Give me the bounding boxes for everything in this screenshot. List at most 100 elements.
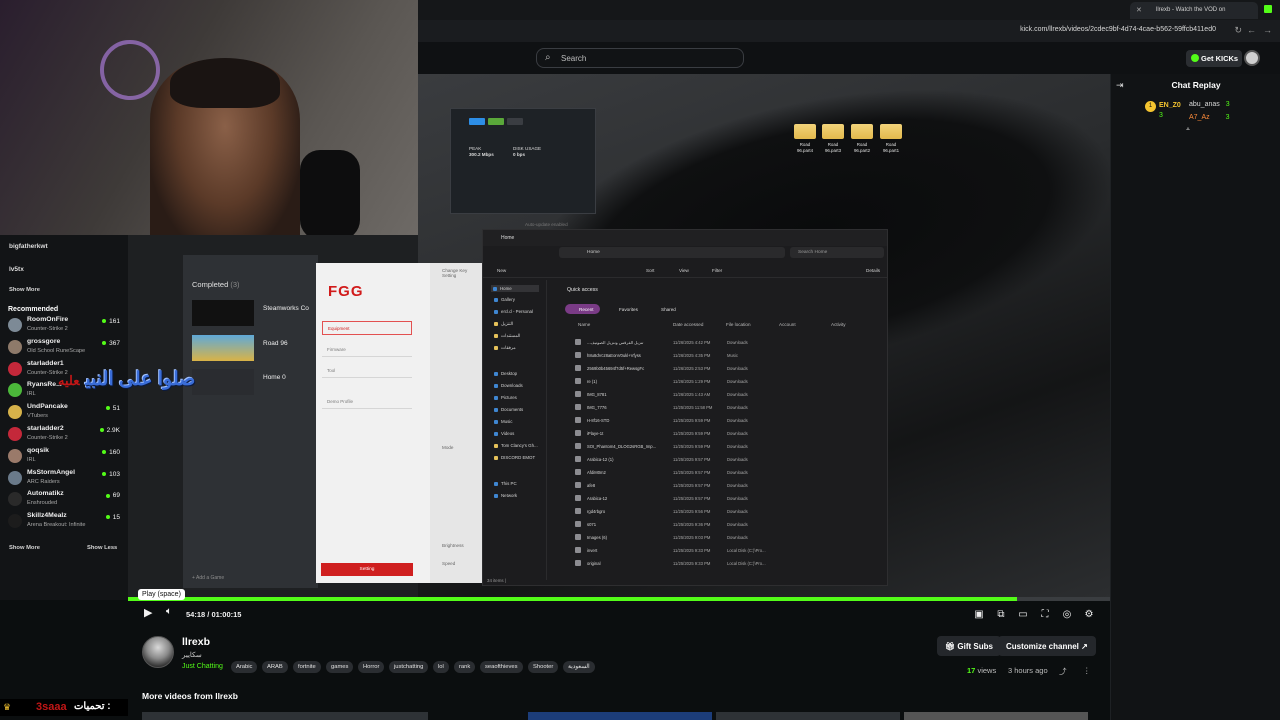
settings-gear-icon[interactable]: ⚙ <box>1082 607 1096 621</box>
file-location: Downloads <box>727 444 748 449</box>
gifter-item: abu_anas 3 <box>1189 101 1230 108</box>
nav-item: المستندات <box>494 333 520 339</box>
more-options-icon[interactable]: ⋮ <box>1083 666 1091 675</box>
video-player[interactable]: Road 96.part4 Road 96.part3 Road 96.part… <box>0 0 1110 600</box>
tag-chip[interactable]: seaofthieves <box>480 661 523 673</box>
pin-icon[interactable]: ⩡ <box>1186 126 1190 134</box>
file-location: Downloads <box>727 392 748 397</box>
file-icon <box>575 339 581 345</box>
tag-chip[interactable]: Shooter <box>528 661 559 673</box>
get-kicks-button[interactable]: Get KICKs <box>1186 50 1242 67</box>
channel-avatar <box>8 470 22 485</box>
forward-icon[interactable]: → <box>1263 25 1272 35</box>
tag-chip[interactable]: ARAB <box>262 661 288 673</box>
video-thumbnail[interactable] <box>716 712 900 720</box>
file-name: invert <box>587 548 598 553</box>
file-date: 11/25/2025 11:58 PM <box>673 405 713 410</box>
fullscreen-icon[interactable]: ⛶ <box>1038 607 1052 621</box>
tag-chip[interactable]: games <box>326 661 354 673</box>
video-thumbnail[interactable] <box>528 712 712 720</box>
file-row: SOI_Phantom4_DLOG2sRGB_Imp... 11/25/2025 … <box>575 440 875 453</box>
file-row: ...تنزيل الفرقس وتنزيل الصوتيف 11/26/2025… <box>575 336 875 349</box>
explorer-address-bar: Home <box>559 247 785 258</box>
stream-overlay-text: صلوا على النبيعليه <box>58 369 196 390</box>
pip-icon[interactable]: ▣ <box>972 607 986 621</box>
recommended-channel: starladder2 Counter-Strike 2 2.9K <box>8 424 122 444</box>
browser-tab[interactable]: ✕ llrexb - Watch the VOD on <box>1130 2 1258 19</box>
file-location: Downloads <box>727 340 748 345</box>
ring-light <box>100 40 160 100</box>
file-location: Downloads <box>727 366 748 371</box>
channel-avatar[interactable] <box>142 636 174 668</box>
file-name: Arabica-12 <box>587 496 608 501</box>
file-location: Local Disk (C:)\Pro... <box>727 548 766 553</box>
viewer-count: 103 <box>102 471 120 478</box>
close-icon[interactable]: ✕ <box>1136 6 1142 14</box>
game-item: Home 0 <box>192 369 310 395</box>
seek-bar[interactable] <box>128 597 1110 601</box>
nav-item: Desktop <box>494 371 517 376</box>
volume-icon[interactable]: 🔈︎ <box>166 606 172 622</box>
file-location: Downloads <box>727 509 748 514</box>
back-icon[interactable]: ← <box>1247 25 1256 35</box>
viewer-count: 51 <box>106 405 120 412</box>
file-icon <box>575 508 581 514</box>
recommended-channel: UndPancake VTubers 51 <box>8 402 122 422</box>
tag-chip[interactable]: Arabic <box>231 661 258 673</box>
share-icon[interactable]: ⤴ <box>1059 666 1067 677</box>
game-thumb <box>192 300 254 326</box>
file-name: s071 <box>587 522 597 527</box>
reload-icon[interactable]: ↻ <box>1234 25 1242 36</box>
file-name: ...تنزيل الفرقس وتنزيل الصوتيف <box>587 340 644 345</box>
viewer-count: 367 <box>102 340 120 347</box>
gifter-rank-1: 1 EN_Z0 3 <box>1145 101 1181 119</box>
file-icon <box>575 365 581 371</box>
nav-item: Pictures <box>494 395 517 400</box>
posted-time: 3 hours ago <box>1008 666 1048 675</box>
tag-chip[interactable]: lol <box>433 661 449 673</box>
chat-title: Chat Replay <box>1171 80 1221 90</box>
nav-item: This PC <box>494 481 517 486</box>
auto-update-label: Auto-update enabled <box>525 222 568 227</box>
channel-avatar <box>8 361 22 376</box>
user-avatar[interactable] <box>1244 50 1260 66</box>
clip-icon[interactable]: ⧉ <box>994 607 1008 621</box>
nav-item: Videos <box>494 431 514 436</box>
file-row: Arabica-12 11/25/2025 9:57 PM Downloads <box>575 492 875 505</box>
more-videos-heading: More videos from llrexb <box>142 691 238 701</box>
file-row: afe8 11/25/2025 9:57 PM Downloads <box>575 479 875 492</box>
recommended-channel: RoomOnFire Counter-Strike 2 161 <box>8 315 122 335</box>
file-icon <box>575 417 581 423</box>
channel-avatar <box>8 514 22 529</box>
play-icon[interactable]: ▶ <box>144 606 152 622</box>
tag-chip[interactable]: justchatting <box>389 661 429 673</box>
search-input[interactable]: ⌕ Search <box>536 48 744 68</box>
category-link[interactable]: Just Chatting <box>182 663 223 670</box>
explorer-titlebar: Home <box>483 230 887 246</box>
channel-subtitle: سكايير <box>182 652 202 659</box>
tag-chip[interactable]: fortnite <box>293 661 321 673</box>
channel-name: starladder2 <box>27 425 64 432</box>
channel-name: Skillz4Mealz <box>27 512 67 520</box>
tag-chip[interactable]: السعودية <box>563 661 595 673</box>
video-thumbnail[interactable] <box>904 712 1088 720</box>
customize-channel-button[interactable]: Customize channel ↗ <box>998 636 1096 656</box>
theater-mode-icon[interactable]: ▭ <box>1016 607 1030 621</box>
file-location: Downloads <box>727 418 748 423</box>
fgg-setting-button: Setting <box>321 563 413 576</box>
kick-favicon-icon <box>1264 5 1272 13</box>
viewer-count: 15 <box>106 514 120 521</box>
channel-name: Automatikz <box>27 490 64 498</box>
channel-name[interactable]: llrexb <box>182 636 210 648</box>
tag-chip[interactable]: rank <box>454 661 476 673</box>
speed-icon[interactable]: ◎ <box>1060 607 1074 621</box>
nav-item: Gallery <box>494 297 515 302</box>
desktop-folder: Road 96.part3 <box>822 124 844 158</box>
gift-subs-button[interactable]: 🎁︎ Gift Subs <box>937 636 1001 656</box>
channel-category: VTubers <box>27 413 48 420</box>
tag-chip[interactable]: Horror <box>358 661 385 673</box>
browser-address-bar[interactable]: kick.com/llrexb/videos/2cdec9bf-4d74-4ca… <box>418 20 1280 42</box>
video-thumbnail[interactable] <box>142 712 428 720</box>
file-date: 11/25/2025 9:03 PM <box>673 535 711 540</box>
file-row: Arabica-12 (1) 11/25/2025 9:57 PM Download… <box>575 453 875 466</box>
